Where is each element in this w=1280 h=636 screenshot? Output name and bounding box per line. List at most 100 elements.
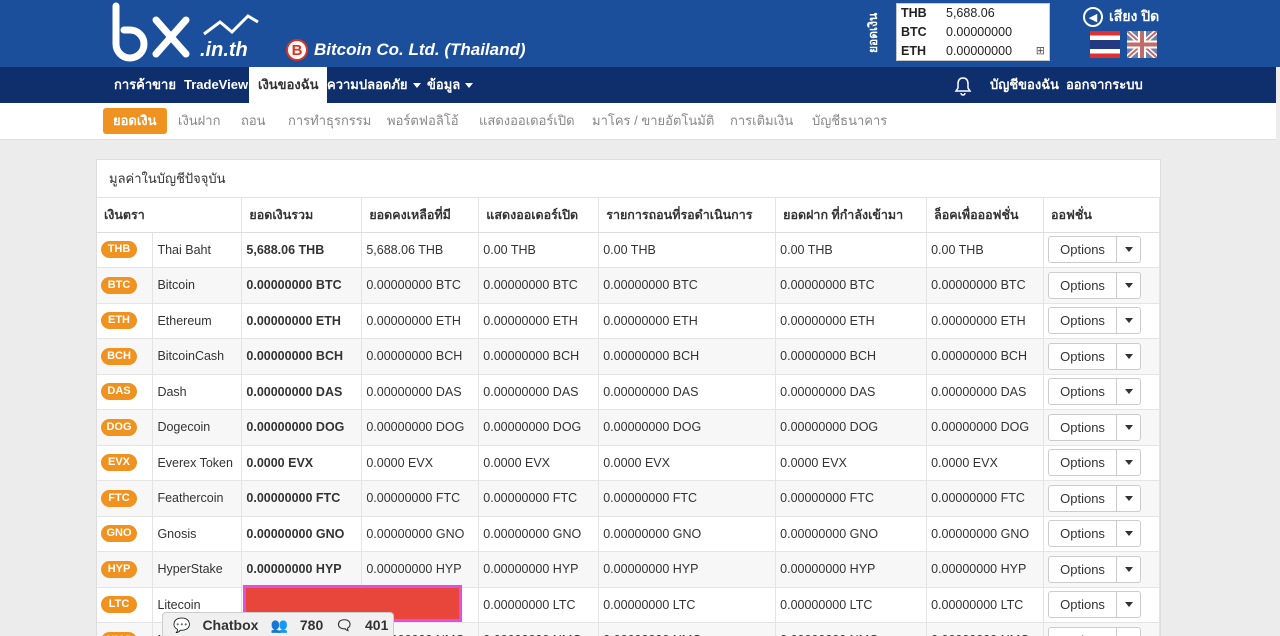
caret-down-icon <box>1124 495 1133 501</box>
sound-toggle[interactable]: ◀ เสียง ปิด <box>1083 6 1159 28</box>
options-button[interactable]: Options <box>1049 592 1118 618</box>
chatbox-bar[interactable]: 💬 Chatbox 👥 780 🗨 401 <box>162 612 394 636</box>
total-balance: 0.00000000 HYP <box>241 551 363 588</box>
table-row: BCH BitcoinCash 0.00000000 BCH 0.00000000 B… <box>97 338 1160 375</box>
options-cell: Options <box>1043 374 1160 410</box>
options-dropdown-toggle[interactable] <box>1117 344 1140 369</box>
options-button[interactable]: Options <box>1049 450 1118 476</box>
pending-withdrawal-value: 0.0000 EVX <box>598 445 777 481</box>
table-row: EVX Everex Token 0.0000 EVX 0.0000 EVX 0.000… <box>97 445 1160 481</box>
caret-down-icon <box>1124 566 1133 572</box>
col-header-currency: เงินตรา <box>97 198 243 233</box>
subnav-portfolio[interactable]: พอร์ตฟอลิโอ้ <box>387 108 459 134</box>
nav-my-money[interactable]: เงินของฉัน <box>249 67 328 103</box>
nav-tradeview[interactable]: TradeView <box>176 67 256 103</box>
options-dropdown-toggle[interactable] <box>1117 592 1140 617</box>
options-dropdown-toggle[interactable] <box>1117 486 1140 511</box>
balance-row-btc: BTC 0.00000000 <box>897 23 1049 42</box>
table-row: DOG Dogecoin 0.00000000 DOG 0.00000000 DOG 0… <box>97 409 1160 446</box>
open-orders-value: 0.00000000 NMC <box>478 622 600 636</box>
options-button[interactable]: Options <box>1049 556 1118 582</box>
currency-badge: EVX <box>101 454 137 472</box>
bell-icon[interactable] <box>953 76 973 96</box>
options-button[interactable]: Options <box>1049 237 1118 263</box>
subnav-transactions[interactable]: การทำธุรกรรม <box>288 108 371 134</box>
options-dropdown-toggle[interactable] <box>1117 273 1140 298</box>
options-button-group: Options <box>1048 378 1142 406</box>
currency-badge: LTC <box>101 596 137 614</box>
available-balance: 0.00000000 ETH <box>361 303 480 339</box>
subnav-open-orders[interactable]: แสดงออเดอร์เปิด <box>479 108 575 134</box>
incoming-deposit-value: 0.00000000 NMC <box>775 622 928 636</box>
options-dropdown-toggle[interactable] <box>1117 521 1140 546</box>
currency-badge: DOG <box>101 418 137 436</box>
total-balance: 0.00000000 DAS <box>241 374 363 410</box>
options-cell: Options <box>1043 303 1160 339</box>
users-count: 780 <box>299 617 324 633</box>
options-dropdown-toggle[interactable] <box>1117 557 1140 582</box>
col-header-options: ออฟชั่น <box>1043 198 1160 233</box>
locked-value: 0.0000 EVX <box>926 445 1045 481</box>
subnav-withdraw[interactable]: ถอน <box>241 108 266 134</box>
subnav-topup[interactable]: การเติมเงิน <box>730 108 793 134</box>
options-dropdown-toggle[interactable] <box>1117 308 1140 333</box>
currency-badge-cell: FTC <box>97 480 154 517</box>
pending-withdrawal-value: 0.00 THB <box>598 232 777 268</box>
open-orders-value: 0.00000000 BTC <box>478 267 600 304</box>
available-balance: 5,688.06 THB <box>361 232 480 268</box>
incoming-deposit-value: 0.00000000 BCH <box>775 338 928 375</box>
balance-amount: 5,688.06 <box>946 6 995 20</box>
currency-badge: NMC <box>101 631 137 636</box>
options-button[interactable]: Options <box>1049 343 1118 369</box>
available-balance: 0.00000000 HYP <box>361 551 480 588</box>
currency-badge-cell: NMC <box>97 622 154 636</box>
users-icon: 👥 <box>270 616 288 633</box>
options-button[interactable]: Options <box>1049 272 1118 298</box>
caret-down-icon <box>1124 531 1133 537</box>
options-button[interactable]: Options <box>1049 485 1118 511</box>
pending-withdrawal-value: 0.00000000 ETH <box>598 303 777 339</box>
options-cell: Options <box>1043 480 1160 517</box>
subnav-balance[interactable]: ยอดเงิน <box>103 108 167 134</box>
subnav-bank-accounts[interactable]: บัญชีธนาคาร <box>812 108 887 134</box>
options-dropdown-toggle[interactable] <box>1117 237 1140 262</box>
nav-security[interactable]: ความปลอดภัย <box>319 67 429 103</box>
company-label: Bitcoin Co. Ltd. (Thailand) <box>314 40 526 59</box>
options-dropdown-toggle[interactable] <box>1117 415 1140 440</box>
expand-plus-icon[interactable]: ⊞ <box>1036 42 1045 61</box>
options-dropdown-toggle[interactable] <box>1117 450 1140 475</box>
balance-amount: 0.00000000 <box>946 44 1013 58</box>
options-button[interactable]: Options <box>1049 627 1118 636</box>
open-orders-value: 0.00000000 LTC <box>478 587 600 623</box>
options-dropdown-toggle[interactable] <box>1117 628 1140 636</box>
locked-value: 0.00000000 DAS <box>926 374 1045 410</box>
options-button-group: Options <box>1048 271 1142 299</box>
options-button[interactable]: Options <box>1049 379 1118 405</box>
options-dropdown-toggle[interactable] <box>1117 379 1140 404</box>
currency-badge-cell: HYP <box>97 551 154 588</box>
uk-flag-icon[interactable] <box>1127 31 1157 58</box>
subnav-macro[interactable]: มาโคร / ขายอัตโนมัติ <box>592 108 714 134</box>
currency-badge: ETH <box>101 312 137 330</box>
options-button[interactable]: Options <box>1049 414 1118 440</box>
nav-my-account[interactable]: บัญชีของฉัน <box>982 67 1067 103</box>
balance-panel: มูลค่าในบัญชีปัจจุบัน เงินตรา ยอดเงินรวม… <box>96 159 1161 636</box>
nav-logout[interactable]: ออกจากระบบ <box>1058 67 1151 103</box>
table-row: DAS Dash 0.00000000 DAS 0.00000000 DAS 0.000… <box>97 374 1160 410</box>
locked-value: 0.00000000 BCH <box>926 338 1045 375</box>
chat-bubble-icon: 💬 <box>173 616 191 633</box>
caret-down-icon <box>1124 318 1133 324</box>
options-button[interactable]: Options <box>1049 308 1118 334</box>
subnav-deposit[interactable]: เงินฝาก <box>178 108 220 134</box>
col-header-incoming-deposits: ยอดฝาก ที่กำลังเข้ามา <box>775 198 928 233</box>
thai-flag-icon[interactable] <box>1090 31 1120 58</box>
nav-trading[interactable]: การค้าขาย <box>106 67 184 103</box>
nav-info[interactable]: ข้อมูล <box>419 67 481 103</box>
incoming-deposit-value: 0.00000000 HYP <box>775 551 928 588</box>
bx-logo[interactable]: .in.th <box>108 2 268 62</box>
balance-summary[interactable]: THB 5,688.06 BTC 0.00000000 ETH 0.000000… <box>896 3 1050 61</box>
options-button[interactable]: Options <box>1049 521 1118 547</box>
open-orders-value: 0.00000000 ETH <box>478 303 600 339</box>
currency-badge-cell: BTC <box>97 267 154 304</box>
currency-badge: BCH <box>101 347 137 365</box>
